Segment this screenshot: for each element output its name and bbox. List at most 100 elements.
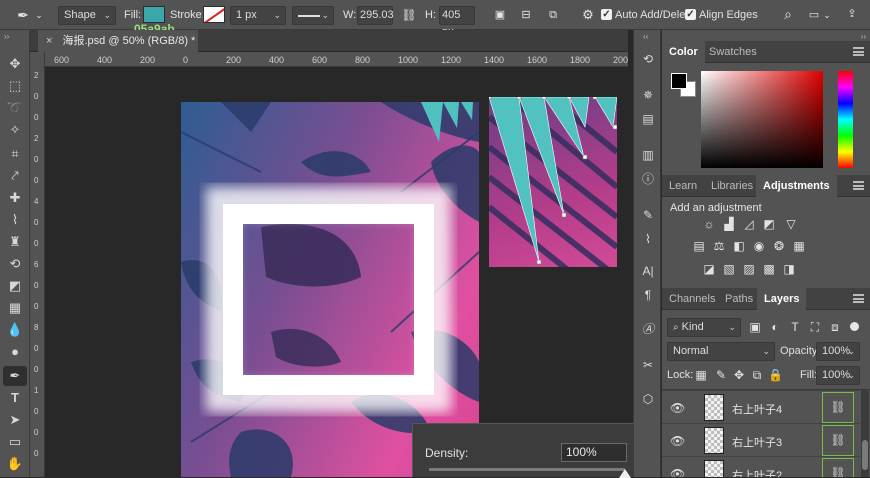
type-tool-icon[interactable]: T — [3, 388, 27, 408]
density-slider-track[interactable] — [429, 468, 625, 471]
character-icon[interactable]: A| — [638, 262, 658, 280]
tab-libraries[interactable]: Libraries — [704, 175, 760, 197]
eyedropper-tool-icon[interactable]: ⤤ — [3, 166, 27, 186]
stroke-width-select[interactable]: 1 px ⌄ — [230, 6, 286, 25]
panel-menu-icon[interactable] — [853, 181, 864, 190]
history-brush-tool-icon[interactable]: ⟲ — [3, 254, 27, 274]
brush-settings-icon[interactable]: ⌇ — [638, 230, 658, 248]
filter-adjustment-icon[interactable]: ◐ — [768, 321, 782, 333]
path-select-tool-icon[interactable]: ➤ — [3, 410, 27, 430]
workspace-chevron-icon[interactable]: ⌄ — [822, 7, 832, 23]
panel-menu-icon[interactable] — [853, 294, 864, 303]
filter-pixel-icon[interactable]: ▣ — [748, 321, 762, 333]
tab-paths[interactable]: Paths — [718, 288, 760, 310]
healing-tool-icon[interactable]: ✚ — [3, 188, 27, 208]
filter-smart-object-icon[interactable]: ⧈ — [828, 321, 842, 333]
hue-slider[interactable] — [838, 71, 853, 168]
lock-transparency-icon[interactable]: ▦ — [694, 369, 708, 381]
thumbnail-artwork[interactable] — [489, 97, 617, 267]
3d-icon[interactable]: ⬡ — [638, 390, 658, 408]
glyphs-icon[interactable]: Ⓐ — [638, 320, 658, 338]
selective-color-icon[interactable]: ▩ — [762, 263, 776, 275]
height-input[interactable]: 405 px — [439, 6, 475, 38]
tab-learn[interactable]: Learn — [662, 175, 704, 197]
pen-tool-icon[interactable]: ✒ — [14, 7, 32, 23]
density-input[interactable]: 100% — [561, 443, 627, 462]
rectangle-tool-icon[interactable]: ▭ — [3, 432, 27, 452]
stamp-tool-icon[interactable]: ♜ — [3, 232, 27, 252]
width-input[interactable]: 295.03 — [357, 6, 394, 25]
foreground-color-swatch[interactable] — [671, 73, 687, 89]
gradient-map-icon[interactable]: ◨ — [782, 263, 796, 275]
exposure-icon[interactable]: ◩ — [762, 218, 776, 230]
filter-toggle[interactable] — [850, 322, 859, 331]
filter-shape-icon[interactable]: ⛶ — [808, 321, 822, 333]
layer-filter-select[interactable]: ⌕ Kind ⌄ — [667, 318, 741, 337]
brushes-icon[interactable]: ✎ — [638, 206, 658, 224]
visibility-eye-icon[interactable]: 👁 — [670, 434, 685, 448]
lock-all-icon[interactable]: 🔒 — [768, 369, 783, 381]
eraser-tool-icon[interactable]: ◩ — [3, 276, 27, 296]
fill-input[interactable]: 100% ⌄ — [816, 366, 860, 385]
fill-swatch[interactable] — [143, 6, 165, 23]
lock-artboard-icon[interactable]: ⧉ — [750, 369, 764, 381]
link-dimensions-icon[interactable]: ⛓ — [400, 7, 418, 23]
visibility-eye-icon[interactable]: 👁 — [670, 401, 685, 415]
tab-channels[interactable]: Channels — [662, 288, 722, 310]
quick-select-tool-icon[interactable]: ✧ — [3, 120, 27, 140]
path-operations-icon[interactable]: ▣ — [492, 7, 508, 23]
stroke-type-select[interactable]: ⌄ — [292, 6, 334, 25]
gear-icon[interactable]: ⚙ — [580, 7, 596, 23]
scrollbar-thumb[interactable] — [862, 440, 868, 470]
document-tab[interactable]: × 海报.psd @ 50% (RGB/8) * — [38, 30, 198, 52]
invert-icon[interactable]: ◪ — [702, 263, 716, 275]
filter-type-icon[interactable]: T — [788, 321, 802, 333]
properties-icon[interactable]: ✵ — [638, 86, 658, 104]
tool-preset-chevron-icon[interactable]: ⌄ — [34, 7, 44, 23]
visibility-eye-icon[interactable]: 👁 — [670, 467, 685, 477]
poster-artwork[interactable] — [181, 102, 479, 477]
styles-icon[interactable]: ▥ — [638, 146, 658, 164]
curves-icon[interactable]: ◿ — [742, 218, 756, 230]
marquee-tool-icon[interactable]: ⬚ — [3, 76, 27, 96]
crop-tool-icon[interactable]: ⌗ — [3, 144, 27, 164]
tools-icon[interactable]: ✂ — [638, 356, 658, 374]
color-field[interactable] — [701, 71, 823, 168]
brightness-contrast-icon[interactable]: ☼ — [702, 218, 716, 230]
gradient-tool-icon[interactable]: ▦ — [3, 298, 27, 318]
posterize-icon[interactable]: ▧ — [722, 263, 736, 275]
collapse-icon[interactable]: ‹‹ — [643, 32, 648, 41]
layer-row[interactable]: 👁 右上叶子3 ⛓ — [662, 423, 860, 456]
blend-mode-select[interactable]: Normal ⌄ — [667, 342, 775, 361]
hand-tool-icon[interactable]: ✋ — [3, 454, 27, 474]
levels-icon[interactable]: ▟ — [722, 218, 736, 230]
tab-layers[interactable]: Layers — [757, 288, 807, 310]
lasso-tool-icon[interactable]: ➰ — [3, 98, 27, 118]
photo-filter-icon[interactable]: ◉ — [752, 240, 766, 252]
path-arrangement-icon[interactable]: ⧉ — [545, 7, 561, 23]
vibrance-icon[interactable]: ▽ — [784, 218, 798, 230]
share-icon[interactable]: ⇪ — [844, 6, 860, 22]
collapse-icon[interactable]: ›› — [861, 32, 866, 41]
color-balance-icon[interactable]: ⚖ — [712, 240, 726, 252]
opacity-input[interactable]: 100% ⌄ — [816, 342, 860, 361]
search-icon[interactable]: ⌕ — [780, 6, 796, 22]
collapse-icon[interactable]: ›› — [4, 32, 9, 41]
link-icon[interactable]: ⛓ — [822, 458, 854, 477]
paragraph-icon[interactable]: ¶ — [638, 286, 658, 304]
brush-tool-icon[interactable]: ⌇ — [3, 210, 27, 230]
close-icon[interactable]: × — [46, 35, 52, 47]
lock-image-icon[interactable]: ✎ — [714, 369, 728, 381]
swatches-icon[interactable]: ▤ — [638, 110, 658, 128]
dodge-tool-icon[interactable]: ● — [3, 342, 27, 362]
blur-tool-icon[interactable]: 💧 — [3, 320, 27, 340]
history-icon[interactable]: ⟲ — [638, 50, 658, 68]
move-tool-icon[interactable]: ✥ — [3, 54, 27, 74]
info-icon[interactable]: ⓘ — [638, 170, 658, 188]
layer-row[interactable]: 👁 右上叶子4 ⛓ — [662, 390, 860, 423]
layers-scrollbar[interactable] — [861, 390, 869, 477]
link-icon[interactable]: ⛓ — [822, 392, 854, 423]
auto-add-delete-checkbox[interactable]: ✓ — [601, 9, 612, 20]
lock-position-icon[interactable]: ✥ — [732, 369, 746, 381]
panel-menu-icon[interactable] — [853, 47, 864, 56]
